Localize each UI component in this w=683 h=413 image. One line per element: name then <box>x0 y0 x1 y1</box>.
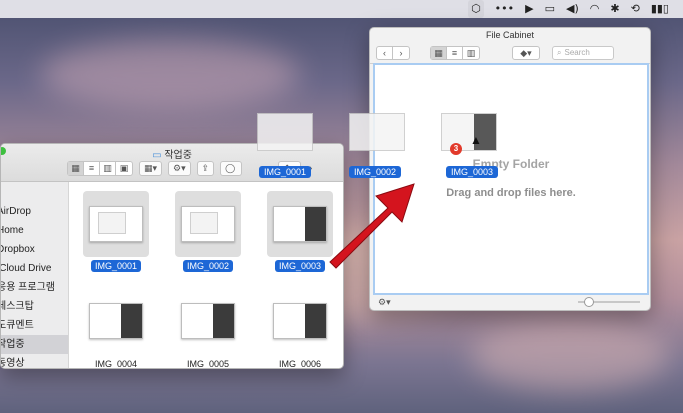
arrow-shape <box>329 183 415 269</box>
drag-direction-arrow <box>329 183 415 269</box>
